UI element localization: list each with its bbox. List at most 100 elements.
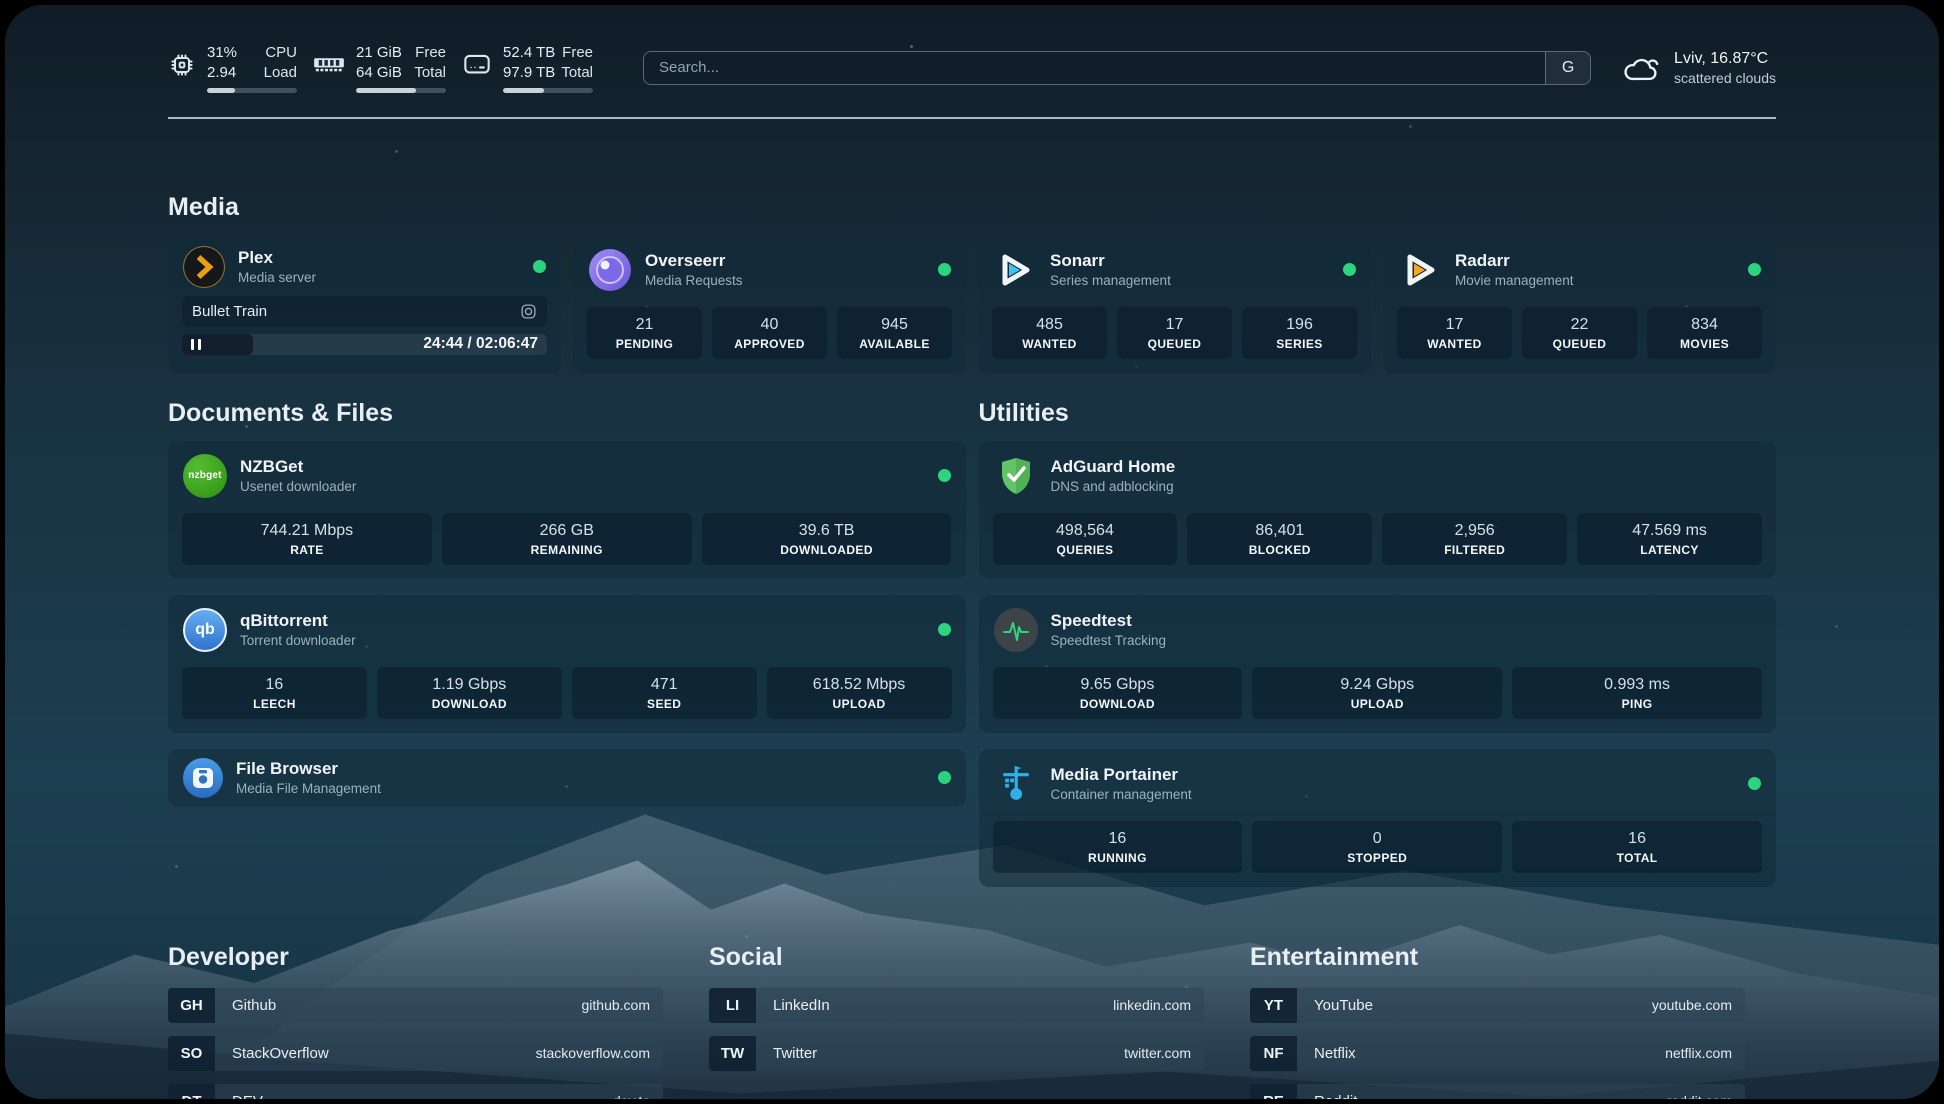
memory-total-value: 64 GiB — [356, 63, 402, 83]
bookmark-group-social: Social LI LinkedIn linkedin.com TW Twitt… — [709, 943, 1204, 1099]
stat-box: 2,956FILTERED — [1382, 513, 1567, 565]
now-playing-row: Bullet Train — [182, 296, 547, 327]
app-description: Movie management — [1455, 273, 1574, 288]
app-card-plex[interactable]: Plex Media server Bullet Train 24:44 / 0… — [168, 235, 561, 373]
app-name: NZBGet — [240, 457, 356, 477]
cpu-load-value: 2.94 — [207, 63, 237, 83]
search-engine-button[interactable]: G — [1545, 52, 1590, 84]
bookmark-name: StackOverflow — [215, 1036, 329, 1071]
app-card-overseerr[interactable]: Overseerr Media Requests 21PENDING 40APP… — [573, 235, 966, 373]
bookmark-abbr: DT — [168, 1084, 215, 1099]
bookmark-url: netflix.com — [1665, 1036, 1745, 1071]
app-name: AdGuard Home — [1051, 457, 1176, 477]
stat-box: 0.993 msPING — [1512, 667, 1762, 719]
adguard-icon — [994, 454, 1038, 498]
disk-widget: 52.4 TB 97.9 TB Free Total — [462, 43, 593, 93]
search-input[interactable] — [644, 52, 1545, 84]
bookmark-name: Netflix — [1297, 1036, 1356, 1071]
stat-box: 9.65 GbpsDOWNLOAD — [993, 667, 1243, 719]
bookmark-group-entertainment: Entertainment YT YouTube youtube.com NF … — [1250, 943, 1745, 1099]
cpu-label: CPU — [264, 43, 297, 63]
bookmark-abbr: GH — [168, 988, 215, 1023]
bookmark-group-title: Developer — [168, 943, 663, 972]
bookmark-twitter[interactable]: TW Twitter twitter.com — [709, 1036, 1204, 1071]
now-playing-title: Bullet Train — [192, 303, 267, 320]
stat-box: 21PENDING — [587, 307, 702, 359]
stat-box: 266 GBREMAINING — [442, 513, 692, 565]
app-card-nzbget[interactable]: nzbget NZBGet Usenet downloader 744.21 M… — [168, 441, 966, 579]
stat-box: 0STOPPED — [1252, 821, 1502, 873]
bookmark-group-title: Social — [709, 943, 1204, 972]
cpu-icon — [168, 51, 196, 79]
app-card-filebrowser[interactable]: File Browser Media File Management — [168, 749, 966, 807]
status-dot-online — [938, 623, 951, 636]
status-dot-online — [1748, 263, 1761, 276]
bookmark-github[interactable]: GH Github github.com — [168, 988, 663, 1023]
stat-box: 16LEECH — [182, 667, 367, 719]
bookmark-netflix[interactable]: NF Netflix netflix.com — [1250, 1036, 1745, 1071]
section-documents: Documents & Files nzbget NZBGet Usenet d… — [168, 399, 966, 807]
stat-box: 47.569 msLATENCY — [1577, 513, 1762, 565]
playback-time: 24:44 / 02:06:47 — [423, 335, 547, 353]
plex-icon — [183, 246, 225, 288]
app-description: Usenet downloader — [240, 479, 356, 494]
pause-icon[interactable] — [191, 339, 201, 350]
section-title-media: Media — [168, 193, 1776, 222]
playback-progress-bar: 24:44 / 02:06:47 — [182, 334, 547, 355]
ram-icon — [313, 51, 345, 77]
status-dot-online — [1343, 263, 1356, 276]
app-description: Media Requests — [645, 273, 743, 288]
stat-box: 40APPROVED — [712, 307, 827, 359]
memory-progress-track — [356, 88, 446, 93]
bookmark-abbr: RE — [1250, 1084, 1297, 1099]
status-dot-online — [533, 260, 546, 273]
app-card-adguard[interactable]: AdGuard Home DNS and adblocking 498,564Q… — [979, 441, 1777, 579]
dashboard-window: 31% 2.94 CPU Load — [5, 5, 1939, 1099]
stat-box: 16RUNNING — [993, 821, 1243, 873]
nzbget-icon: nzbget — [183, 454, 227, 498]
app-card-qbittorrent[interactable]: qb qBittorrent Torrent downloader 16LEEC… — [168, 595, 966, 733]
top-bar: 31% 2.94 CPU Load — [168, 43, 1776, 119]
bookmark-name: Reddit — [1297, 1084, 1357, 1099]
portainer-icon — [994, 762, 1038, 806]
bookmark-name: YouTube — [1297, 988, 1373, 1023]
bookmark-abbr: TW — [709, 1036, 756, 1071]
stat-box: 39.6 TBDOWNLOADED — [702, 513, 952, 565]
app-description: Torrent downloader — [240, 633, 356, 648]
memory-widget: 21 GiB 64 GiB Free Total — [313, 43, 446, 93]
stat-box: 9.24 GbpsUPLOAD — [1252, 667, 1502, 719]
stat-box: 744.21 MbpsRATE — [182, 513, 432, 565]
qbittorrent-icon: qb — [183, 608, 227, 652]
status-dot-online — [938, 469, 951, 482]
search-bar[interactable]: G — [643, 51, 1591, 85]
app-name: Sonarr — [1050, 251, 1171, 271]
bookmark-reddit[interactable]: RE Reddit reddit.com — [1250, 1084, 1745, 1099]
bookmark-dev[interactable]: DT DEV dev.to — [168, 1084, 663, 1099]
stat-box: 16TOTAL — [1512, 821, 1762, 873]
bookmark-youtube[interactable]: YT YouTube youtube.com — [1250, 988, 1745, 1023]
app-card-radarr[interactable]: Radarr Movie management 17WANTED 22QUEUE… — [1383, 235, 1776, 373]
app-description: Speedtest Tracking — [1051, 633, 1167, 648]
app-card-sonarr[interactable]: Sonarr Series management 485WANTED 17QUE… — [978, 235, 1371, 373]
disk-progress-fill — [503, 88, 544, 93]
disk-total-value: 97.9 TB — [503, 63, 555, 83]
disk-free-label: Free — [561, 43, 593, 63]
sonarr-icon — [993, 248, 1037, 292]
stat-box: 196SERIES — [1242, 307, 1357, 359]
app-description: Media server — [238, 270, 316, 285]
stat-box: 17QUEUED — [1117, 307, 1232, 359]
bookmark-name: DEV — [215, 1084, 263, 1099]
bookmark-name: Twitter — [756, 1036, 817, 1071]
bookmark-linkedin[interactable]: LI LinkedIn linkedin.com — [709, 988, 1204, 1023]
bookmark-abbr: SO — [168, 1036, 215, 1071]
app-card-portainer[interactable]: Media Portainer Container management 16R… — [979, 749, 1777, 887]
app-card-speedtest[interactable]: Speedtest Speedtest Tracking 9.65 GbpsDO… — [979, 595, 1777, 733]
bookmark-group-title: Entertainment — [1250, 943, 1745, 972]
bookmark-stackoverflow[interactable]: SO StackOverflow stackoverflow.com — [168, 1036, 663, 1071]
status-dot-online — [938, 263, 951, 276]
radarr-icon — [1398, 248, 1442, 292]
app-description: Series management — [1050, 273, 1171, 288]
memory-progress-fill — [356, 88, 416, 93]
memory-total-label: Total — [414, 63, 446, 83]
stat-box: 498,564QUERIES — [993, 513, 1178, 565]
